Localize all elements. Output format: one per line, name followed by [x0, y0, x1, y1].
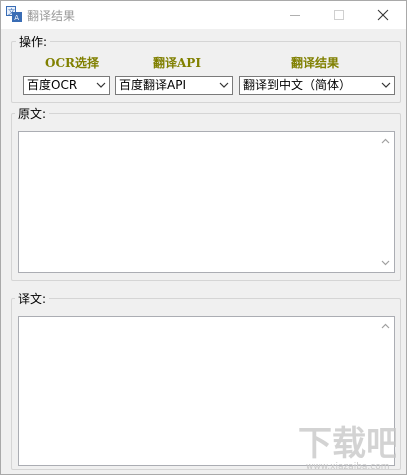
source-legend: 原文:: [15, 105, 50, 122]
chevron-down-icon: [96, 82, 106, 88]
translate-api-select[interactable]: 百度翻译API: [115, 76, 233, 95]
translate-result-label: 翻译结果: [291, 56, 340, 70]
operation-legend: 操作:: [16, 33, 51, 50]
chevron-down-icon: [381, 82, 391, 88]
chevron-down-icon: [219, 82, 229, 88]
translate-result-select[interactable]: 翻译到中文（简体）: [239, 76, 395, 95]
translate-app-icon: 文 A: [6, 6, 22, 22]
minimize-icon: [290, 15, 300, 16]
translation-result-window: 文 A 翻译结果 操作: OCR选择 翻译API 翻译结果 百度OCR 百度翻译…: [0, 0, 407, 475]
minimize-button[interactable]: [273, 1, 317, 29]
ocr-label: OCR选择: [45, 56, 99, 70]
svg-text:www.xiazaiba.com: www.xiazaiba.com: [306, 462, 390, 472]
scroll-up-icon[interactable]: [381, 138, 390, 144]
source-text-area[interactable]: [18, 131, 395, 273]
scroll-up-icon[interactable]: [381, 323, 390, 329]
svg-text:下载吧: 下载吧: [298, 424, 396, 464]
target-legend: 译文:: [15, 290, 50, 307]
ocr-select-value: 百度OCR: [27, 78, 78, 92]
window-title: 翻译结果: [27, 9, 76, 23]
download-site-watermark-logo: 下载吧 www.xiazaiba.com: [298, 424, 396, 472]
scroll-down-icon[interactable]: [381, 260, 390, 266]
translate-api-label: 翻译API: [153, 56, 201, 70]
source-scrollbar[interactable]: [377, 132, 394, 272]
ocr-select[interactable]: 百度OCR: [23, 76, 110, 95]
title-bar[interactable]: 文 A 翻译结果: [1, 1, 406, 29]
close-icon: [377, 9, 389, 21]
close-button[interactable]: [361, 1, 405, 29]
maximize-icon: [334, 10, 344, 20]
maximize-button[interactable]: [317, 1, 361, 29]
translate-api-select-value: 百度翻译API: [119, 78, 186, 92]
translate-result-select-value: 翻译到中文（简体）: [243, 78, 352, 92]
svg-text:A: A: [14, 14, 19, 22]
